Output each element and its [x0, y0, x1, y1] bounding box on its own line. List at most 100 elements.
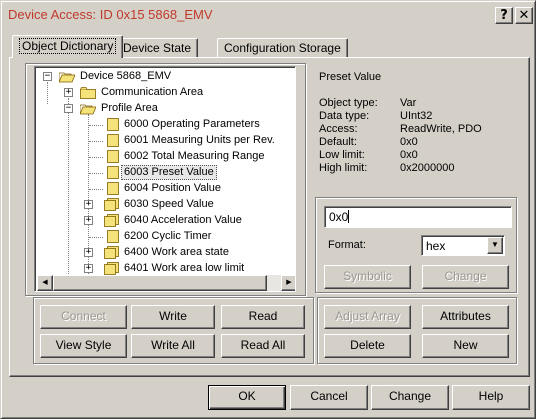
object-icon [107, 166, 119, 179]
folder-open-icon [59, 72, 75, 83]
tree-item-label: Communication Area [101, 86, 204, 98]
ok-button[interactable]: OK [208, 385, 286, 410]
expand-icon[interactable]: + [64, 88, 73, 97]
tree-item-label: 6200 Cyclic Timer [124, 230, 212, 242]
adjust-array-button[interactable]: Adjust Array [324, 305, 411, 329]
close-title-button[interactable]: ✕ [515, 7, 533, 24]
tree-content: − Device 5868_EMV + Communication Area −… [37, 69, 295, 275]
tab-label: Configuration Storage [224, 41, 341, 55]
tree-item-label: Profile Area [101, 102, 158, 114]
property-key: Object type: [319, 97, 378, 109]
object-group-icon [104, 262, 119, 275]
object-icon [107, 182, 119, 195]
symbolic-button[interactable]: Symbolic [324, 265, 411, 289]
tree-item-label: 6004 Position Value [124, 182, 222, 194]
tree-item-label: 6040 Acceleration Value [124, 214, 242, 226]
property-key: Low limit: [319, 149, 365, 161]
property-key: Access: [319, 123, 358, 135]
chevron-down-icon[interactable]: ▼ [487, 237, 503, 254]
tree-horizontal-scrollbar[interactable]: ◀ ▶ [37, 275, 295, 291]
property-value: 0x2000000 [400, 162, 455, 174]
write-button[interactable]: Write [131, 305, 215, 329]
property-key: Default: [319, 136, 357, 148]
object-group-icon [104, 198, 119, 211]
object-name-title: Preset Value [319, 71, 382, 83]
tab-label: Object Dictionary [19, 38, 117, 54]
tree-item-label: 6000 Operating Parameters [124, 118, 260, 130]
tree-item-label: Device 5868_EMV [80, 70, 172, 82]
text-caret [348, 210, 350, 223]
title-bar[interactable]: Device Access: ID 0x15 5868_EMV ? ✕ [4, 4, 533, 24]
button-label: Help [478, 389, 504, 403]
button-label: View Style [55, 338, 112, 352]
button-label: Delete [350, 338, 385, 352]
change-value-button[interactable]: Change [422, 265, 509, 289]
button-label: Symbolic [343, 269, 392, 283]
new-button[interactable]: New [422, 334, 509, 358]
object-icon [107, 134, 119, 147]
help-button[interactable]: Help [452, 385, 530, 410]
collapse-icon[interactable]: − [43, 72, 52, 81]
cancel-button[interactable]: Cancel [290, 385, 368, 410]
tree-item-label: 6400 Work area state [124, 246, 229, 258]
tree-item-label: 6003 Preset Value [121, 165, 217, 180]
button-label: Cancel [310, 389, 348, 403]
scroll-right-arrow-icon[interactable]: ▶ [281, 275, 295, 291]
write-all-button[interactable]: Write All [131, 334, 215, 358]
delete-button[interactable]: Delete [324, 334, 411, 358]
button-label: Connect [61, 309, 106, 323]
value-input[interactable]: 0x0 [324, 206, 512, 228]
object-icon [107, 118, 119, 131]
collapse-icon[interactable]: − [64, 104, 73, 113]
object-icon [107, 150, 119, 163]
object-group-icon [104, 246, 119, 259]
expand-icon[interactable]: + [84, 248, 93, 257]
read-all-button[interactable]: Read All [221, 334, 305, 358]
folder-open-icon [80, 104, 96, 115]
scroll-thumb[interactable] [53, 275, 267, 291]
property-value: UInt32 [400, 110, 433, 122]
property-key: High limit: [319, 162, 368, 174]
object-group-icon [104, 214, 119, 227]
view-style-button[interactable]: View Style [40, 334, 127, 358]
change-button[interactable]: Change [371, 385, 449, 410]
expand-icon[interactable]: + [84, 216, 93, 225]
button-label: Change [388, 389, 432, 403]
question-mark-icon: ? [500, 7, 508, 23]
tab-device-state[interactable]: Device State [116, 38, 199, 58]
object-icon [107, 230, 119, 243]
button-label: OK [238, 389, 256, 403]
button-label: Write All [151, 338, 195, 352]
button-label: Write [159, 309, 187, 323]
expand-icon[interactable]: + [84, 264, 93, 273]
window-title: Device Access: ID 0x15 5868_EMV [8, 7, 213, 22]
object-tree[interactable]: − Device 5868_EMV + Communication Area −… [34, 66, 296, 292]
tree-item-label: 6401 Work area low limit [124, 262, 245, 274]
tree-item-label: 6002 Total Measuring Range [124, 150, 265, 162]
tab-object-dictionary[interactable]: Object Dictionary [12, 35, 124, 58]
tab-label: Device State [123, 41, 192, 55]
folder-icon [80, 87, 96, 99]
scroll-left-arrow-icon[interactable]: ◀ [37, 275, 53, 291]
property-key: Data type: [319, 110, 370, 122]
button-label: Change [444, 269, 487, 283]
close-icon: ✕ [518, 7, 530, 23]
attributes-button[interactable]: Attributes [422, 305, 509, 329]
property-value: 0x0 [400, 149, 418, 161]
tab-configuration-storage[interactable]: Configuration Storage [217, 38, 348, 58]
button-label: Read All [240, 338, 286, 352]
read-button[interactable]: Read [221, 305, 305, 329]
connect-button[interactable]: Connect [40, 305, 127, 329]
device-access-dialog: Device Access: ID 0x15 5868_EMV ? ✕ Obje… [0, 0, 536, 419]
format-select[interactable]: hex ▼ [421, 235, 505, 256]
property-value: 0x0 [400, 136, 418, 148]
button-label: Adjust Array [335, 309, 400, 323]
help-title-button[interactable]: ? [495, 7, 513, 24]
button-label: New [453, 338, 478, 352]
tree-item-label: 6001 Measuring Units per Rev. [124, 134, 275, 146]
format-label: Format: [328, 239, 366, 251]
button-label: Attributes [440, 309, 491, 323]
value-input-text: 0x0 [329, 210, 349, 224]
expand-icon[interactable]: + [84, 200, 93, 209]
button-label: Read [248, 309, 278, 323]
